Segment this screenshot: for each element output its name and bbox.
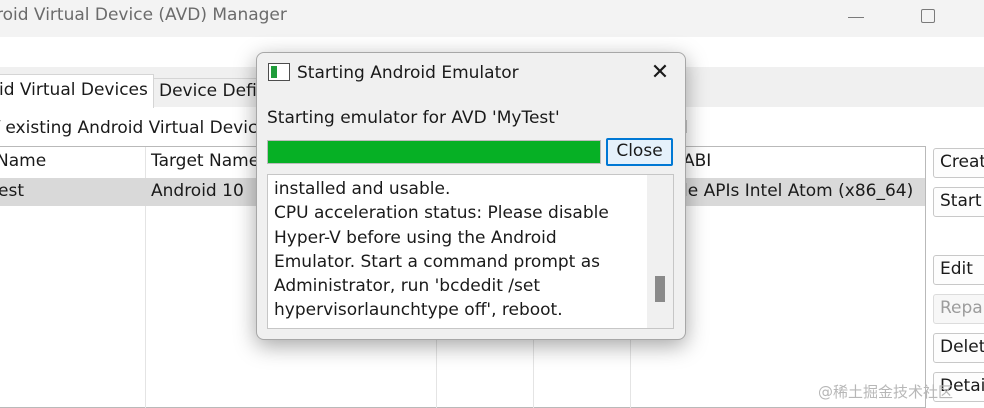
section-description: f existing Android Virtual Devic [0, 118, 258, 138]
repair-button[interactable]: Repa [933, 294, 984, 324]
log-line: hypervisorlaunchtype off', reboot. [274, 300, 563, 321]
delete-button[interactable]: Delet [933, 333, 984, 363]
cell-name: est [0, 181, 24, 201]
column-header-name[interactable]: Name [0, 151, 46, 171]
create-button[interactable]: Creat [933, 148, 984, 178]
close-icon[interactable]: ✕ [646, 60, 674, 88]
start-button[interactable]: Start [933, 187, 984, 217]
log-line: CPU acceleration status: Please disable [274, 203, 609, 224]
close-button[interactable]: Close [606, 138, 673, 166]
emulator-window-icon-accent [271, 66, 277, 78]
column-header-target[interactable]: Target Name [151, 151, 259, 171]
app-title: roid Virtual Device (AVD) Manager [0, 5, 287, 25]
dialog-message: Starting emulator for AVD 'MyTest' [267, 108, 560, 128]
column-header-abi[interactable]: ABI [683, 151, 711, 171]
watermark: @稀土掘金技术社区 [818, 383, 954, 401]
progress-fill [268, 141, 600, 163]
cell-target: Android 10 [151, 181, 244, 201]
log-scrollbar[interactable] [647, 175, 673, 328]
progress-bar [267, 140, 601, 164]
log-output[interactable]: installed and usable. CPU acceleration s… [267, 174, 674, 329]
log-line: Hyper-V before using the Android [274, 227, 557, 248]
log-line: Emulator. Start a command prompt as [274, 251, 601, 272]
log-line: installed and usable. [274, 179, 451, 199]
maximize-icon[interactable] [921, 9, 935, 23]
minimize-icon[interactable] [848, 17, 864, 18]
edit-button[interactable]: Edit [933, 255, 984, 285]
scrollbar-thumb[interactable] [655, 276, 665, 302]
cell-abi: le APIs Intel Atom (x86_64) [683, 181, 914, 201]
log-text: installed and usable. CPU acceleration s… [274, 177, 644, 323]
tab-virtual-devices[interactable]: id Virtual Devices [0, 74, 154, 108]
log-line: Administrator, run 'bcdedit /set [274, 276, 540, 297]
dialog-title: Starting Android Emulator [297, 63, 519, 83]
